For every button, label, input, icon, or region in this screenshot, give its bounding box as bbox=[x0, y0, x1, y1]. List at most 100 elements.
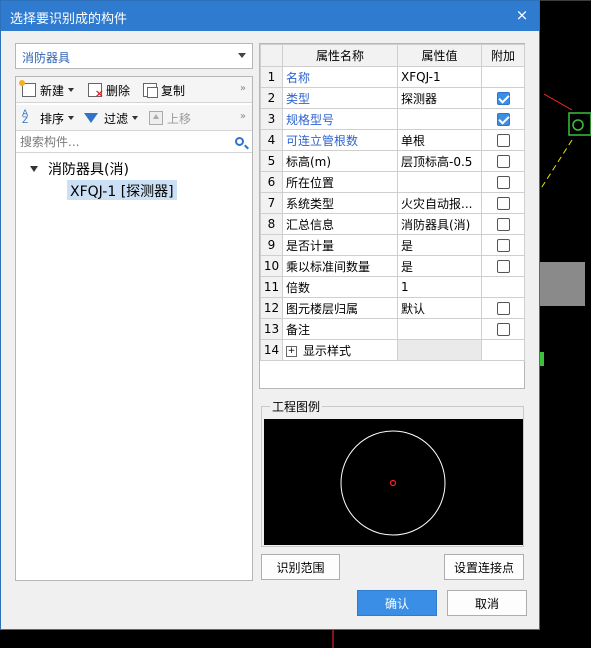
component-toolbar-secondary: AZ 排序 过滤 上移 » bbox=[16, 105, 252, 131]
table-row[interactable]: 4 可连立管根数 单根 bbox=[260, 129, 525, 151]
tree-root-label: 消防器具(消) bbox=[48, 162, 129, 178]
property-value[interactable]: 是 bbox=[397, 234, 482, 256]
identify-range-button[interactable]: 识别范围 bbox=[261, 554, 340, 580]
table-row[interactable]: 12 图元楼层归属 默认 bbox=[260, 297, 525, 319]
search-input[interactable] bbox=[16, 133, 216, 151]
detector-symbol-preview bbox=[340, 430, 446, 536]
property-name: 是否计量 bbox=[282, 234, 398, 256]
extra-cell bbox=[481, 255, 525, 277]
chevron-down-icon bbox=[68, 88, 75, 92]
property-value[interactable]: 层顶标高-0.5 bbox=[397, 150, 482, 172]
row-index: 4 bbox=[260, 129, 283, 151]
expand-plus-icon[interactable]: + bbox=[286, 345, 297, 357]
ok-button[interactable]: 确认 bbox=[357, 590, 437, 616]
property-value[interactable] bbox=[397, 108, 482, 130]
extra-checkbox[interactable] bbox=[496, 323, 510, 336]
property-value[interactable]: 消防器具(消) bbox=[397, 213, 482, 235]
property-value[interactable] bbox=[397, 171, 482, 193]
tree-node-selected[interactable]: XFQJ-1 [探测器] bbox=[67, 180, 177, 200]
extra-checkbox[interactable] bbox=[496, 113, 510, 126]
property-name: 系统类型 bbox=[282, 192, 398, 214]
row-index: 5 bbox=[260, 150, 283, 172]
extra-checkbox[interactable] bbox=[496, 218, 510, 231]
extra-checkbox[interactable] bbox=[496, 239, 510, 252]
property-value[interactable]: 单根 bbox=[397, 129, 482, 151]
table-row[interactable]: 1 名称 XFQJ-1 bbox=[260, 66, 525, 88]
extra-checkbox[interactable] bbox=[496, 92, 510, 105]
extra-checkbox[interactable] bbox=[496, 134, 510, 147]
extra-cell bbox=[481, 150, 525, 172]
dialog-titlebar[interactable]: 选择要识别成的构件 × bbox=[1, 1, 539, 31]
header-extra: 附加 bbox=[481, 44, 525, 67]
component-search bbox=[16, 133, 252, 153]
table-row[interactable]: 14 + 显示样式 bbox=[260, 339, 525, 361]
new-button[interactable]: 新建 bbox=[19, 80, 75, 99]
extra-checkbox[interactable] bbox=[496, 302, 510, 315]
move-up-button[interactable]: 上移 bbox=[149, 109, 191, 127]
toolbar-overflow-icon[interactable]: » bbox=[240, 83, 246, 94]
property-value[interactable]: 默认 bbox=[397, 297, 482, 319]
filter-button[interactable]: 过滤 bbox=[84, 109, 139, 127]
set-connection-point-button[interactable]: 设置连接点 bbox=[444, 554, 524, 580]
table-row[interactable]: 3 规格型号 bbox=[260, 108, 525, 130]
table-header-row: 属性名称 属性值 附加 bbox=[260, 44, 525, 67]
extra-checkbox[interactable] bbox=[496, 260, 510, 273]
extra-checkbox[interactable] bbox=[496, 197, 510, 210]
header-value: 属性值 bbox=[397, 44, 482, 67]
sort-button[interactable]: AZ 排序 bbox=[22, 109, 75, 127]
extra-cell bbox=[481, 192, 525, 214]
copy-button[interactable]: 复制 bbox=[143, 81, 185, 99]
extra-cell bbox=[481, 108, 525, 130]
extra-cell bbox=[481, 297, 525, 319]
row-index: 7 bbox=[260, 192, 283, 214]
table-row[interactable]: 8 汇总信息 消防器具(消) bbox=[260, 213, 525, 235]
tree-node-root[interactable]: 消防器具(消) bbox=[30, 159, 129, 179]
copy-icon bbox=[143, 83, 158, 98]
table-row[interactable]: 13 备注 bbox=[260, 318, 525, 340]
toolbar-overflow-icon[interactable]: » bbox=[240, 111, 246, 122]
legend-preview bbox=[264, 419, 523, 545]
table-row[interactable]: 7 系统类型 火灾自动报... bbox=[260, 192, 525, 214]
move-up-label: 上移 bbox=[167, 111, 192, 126]
delete-button[interactable]: 删除 bbox=[88, 81, 130, 100]
property-name: 所在位置 bbox=[282, 171, 398, 193]
cancel-button[interactable]: 取消 bbox=[447, 590, 527, 616]
header-name: 属性名称 bbox=[282, 44, 398, 67]
search-icon[interactable] bbox=[235, 137, 244, 146]
extra-checkbox[interactable] bbox=[496, 155, 510, 168]
row-index: 14 bbox=[260, 339, 283, 361]
extra-cell bbox=[481, 87, 525, 109]
table-row[interactable]: 2 类型 探测器 bbox=[260, 87, 525, 109]
property-value[interactable]: 火灾自动报... bbox=[397, 192, 482, 214]
expand-triangle-icon[interactable] bbox=[30, 166, 38, 172]
table-row[interactable]: 9 是否计量 是 bbox=[260, 234, 525, 256]
filter-label: 过滤 bbox=[104, 111, 129, 126]
new-label: 新建 bbox=[40, 83, 65, 98]
property-name-group[interactable]: + 显示样式 bbox=[282, 339, 398, 361]
close-icon[interactable]: × bbox=[513, 6, 531, 24]
property-value[interactable] bbox=[397, 318, 482, 340]
table-row[interactable]: 10 乘以标准间数量 是 bbox=[260, 255, 525, 277]
table-row[interactable]: 6 所在位置 bbox=[260, 171, 525, 193]
property-value[interactable]: 1 bbox=[397, 276, 482, 298]
dialog-title: 选择要识别成的构件 bbox=[10, 12, 128, 27]
component-list-panel: 新建 删除 复制 » AZ 排序 过滤 bbox=[15, 76, 253, 581]
header-index bbox=[260, 44, 283, 67]
category-select[interactable]: 消防器具 bbox=[15, 43, 253, 69]
extra-checkbox[interactable] bbox=[496, 176, 510, 189]
extra-cell bbox=[481, 339, 525, 361]
table-row[interactable]: 11 倍数 1 bbox=[260, 276, 525, 298]
property-value[interactable]: 是 bbox=[397, 255, 482, 277]
property-name: 备注 bbox=[282, 318, 398, 340]
property-value[interactable]: 探测器 bbox=[397, 87, 482, 109]
property-grid: 属性名称 属性值 附加 1 名称 XFQJ-1 2 类型 探测器 3 规格型号 bbox=[259, 43, 525, 389]
chevron-down-icon bbox=[132, 116, 139, 120]
move-up-icon bbox=[149, 111, 163, 125]
legend-group: 工程图例 bbox=[261, 398, 524, 547]
legend-caption: 工程图例 bbox=[270, 398, 323, 415]
extra-cell bbox=[481, 318, 525, 340]
row-index: 3 bbox=[260, 108, 283, 130]
table-row[interactable]: 5 标高(m) 层顶标高-0.5 bbox=[260, 150, 525, 172]
property-value[interactable]: XFQJ-1 bbox=[397, 66, 482, 88]
row-index: 10 bbox=[260, 255, 283, 277]
